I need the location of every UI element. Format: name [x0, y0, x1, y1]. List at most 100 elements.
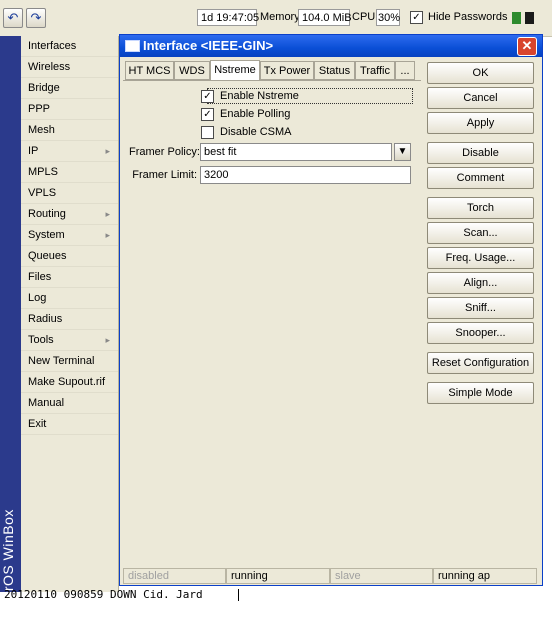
torch-button[interactable]: Torch	[427, 197, 534, 219]
status-running: running	[226, 568, 330, 584]
menu-item-system[interactable]: System ▸	[21, 225, 118, 246]
lock-indicator-icon	[525, 12, 534, 24]
menu-item-label: Manual	[28, 397, 65, 409]
menu-item-label: Make Supout.rif	[28, 376, 106, 388]
window-title: Interface <IEEE-GIN>	[143, 38, 274, 53]
close-icon[interactable]: ✕	[517, 37, 537, 56]
window-titlebar[interactable]: Interface <IEEE-GIN> ✕	[120, 35, 542, 57]
menu-item-label: Tools	[28, 334, 54, 346]
menu-item-label: Bridge	[28, 82, 60, 94]
tab-more[interactable]: ...	[395, 61, 415, 80]
tab-tx-power[interactable]: Tx Power	[260, 61, 314, 80]
freq-usage-button[interactable]: Freq. Usage...	[427, 247, 534, 269]
memory-value: 104.0 MiB	[298, 9, 352, 26]
hide-passwords-label: Hide Passwords	[428, 11, 508, 23]
cancel-button[interactable]: Cancel	[427, 87, 534, 109]
menu-item-label: New Terminal	[28, 355, 95, 367]
window-icon	[125, 40, 140, 52]
disable-button[interactable]: Disable	[427, 142, 534, 164]
text-caret	[238, 589, 239, 601]
apply-button[interactable]: Apply	[427, 112, 534, 134]
scan-button[interactable]: Scan...	[427, 222, 534, 244]
checkbox-check-icon: ✓	[201, 89, 214, 103]
menu-item-label: Log	[28, 292, 47, 304]
menu-item-bridge[interactable]: Bridge	[21, 78, 118, 99]
menu-item-make-supout[interactable]: Make Supout.rif	[21, 372, 118, 393]
enable-nstreme-checkbox[interactable]: ✓ Enable Nstreme	[201, 88, 299, 104]
checkbox-label: Enable Polling	[220, 108, 291, 120]
enable-polling-checkbox[interactable]: ✓ Enable Polling	[201, 106, 290, 122]
uptime-display: 1d 19:47:05	[197, 9, 259, 26]
status-disabled: disabled	[123, 568, 226, 584]
tab-ht-mcs[interactable]: HT MCS	[125, 61, 174, 80]
menu-item-label: Interfaces	[28, 40, 77, 52]
menu-item-label: IP	[28, 145, 39, 157]
sniff-button[interactable]: Sniff...	[427, 297, 534, 319]
tab-bar: HT MCS WDS Nstreme Tx Power Status Traff…	[125, 60, 415, 81]
tab-wds[interactable]: WDS	[174, 61, 210, 80]
reset-configuration-button[interactable]: Reset Configuration	[427, 352, 534, 374]
tab-status[interactable]: Status	[314, 61, 355, 80]
memory-label: Memory:	[260, 11, 303, 23]
terminal-log-line: 20120110 090859 DOWN Cid. Jard	[4, 588, 203, 601]
checkbox-check-icon: ✓	[201, 107, 214, 121]
menu-item-label: Wireless	[28, 61, 71, 73]
checkbox-check-icon: ✓	[410, 11, 423, 24]
menu-item-label: MPLS	[28, 166, 58, 178]
framer-policy-label: Framer Policy:	[129, 146, 200, 158]
menu-item-exit[interactable]: Exit	[21, 414, 118, 435]
menu-item-label: Radius	[28, 313, 63, 325]
redo-icon[interactable]: ↷	[26, 8, 46, 28]
framer-limit-input[interactable]: 3200	[200, 166, 411, 184]
framer-limit-label: Framer Limit:	[132, 169, 197, 181]
submenu-arrow-icon: ▸	[105, 335, 110, 345]
hide-passwords-checkbox[interactable]: ✓	[410, 11, 423, 24]
menu-item-log[interactable]: Log	[21, 288, 118, 309]
menu-item-label: PPP	[28, 103, 51, 115]
main-menu: Interfaces Wireless Bridge PPP Mesh IP ▸ …	[21, 36, 119, 592]
menu-item-queues[interactable]: Queues	[21, 246, 118, 267]
menu-item-ip[interactable]: IP ▸	[21, 141, 118, 162]
checkbox-empty-icon	[201, 125, 214, 139]
status-slave: slave	[330, 568, 433, 584]
cpu-value: 30%	[376, 9, 400, 26]
menu-item-vpls[interactable]: VPLS	[21, 183, 118, 204]
menu-item-routing[interactable]: Routing ▸	[21, 204, 118, 225]
simple-mode-button[interactable]: Simple Mode	[427, 382, 534, 404]
menu-item-ppp[interactable]: PPP	[21, 99, 118, 120]
tab-traffic[interactable]: Traffic	[355, 61, 395, 80]
snooper-button[interactable]: Snooper...	[427, 322, 534, 344]
menu-item-wireless[interactable]: Wireless	[21, 57, 118, 78]
interface-window: Interface <IEEE-GIN> ✕ HT MCS WDS Nstrem…	[119, 34, 543, 586]
submenu-arrow-icon: ▸	[105, 209, 110, 219]
menu-item-label: Mesh	[28, 124, 55, 136]
toolbar: ↶ ↷ 1d 19:47:05 Memory: 104.0 MiB CPU: 3…	[0, 0, 552, 37]
status-running-ap: running ap	[433, 568, 537, 584]
undo-icon[interactable]: ↶	[3, 8, 23, 28]
framer-policy-select[interactable]: best fit	[200, 143, 392, 161]
menu-item-interfaces[interactable]: Interfaces	[21, 36, 118, 57]
menu-item-label: Files	[28, 271, 52, 283]
menu-item-label: Queues	[28, 250, 67, 262]
menu-item-manual[interactable]: Manual	[21, 393, 118, 414]
menu-item-mpls[interactable]: MPLS	[21, 162, 118, 183]
menu-item-label: Routing	[28, 208, 66, 220]
menu-item-label: Exit	[28, 418, 47, 430]
submenu-arrow-icon: ▸	[105, 146, 110, 156]
comment-button[interactable]: Comment	[427, 167, 534, 189]
menu-item-tools[interactable]: Tools ▸	[21, 330, 118, 351]
nstreme-panel: ✓ Enable Nstreme ✓ Enable Polling Disable …	[123, 80, 421, 566]
dropdown-arrow-icon[interactable]: ▼	[394, 143, 411, 161]
align-button[interactable]: Align...	[427, 272, 534, 294]
menu-item-new-terminal[interactable]: New Terminal	[21, 351, 118, 372]
menu-item-files[interactable]: Files	[21, 267, 118, 288]
tab-nstreme[interactable]: Nstreme	[210, 60, 260, 81]
submenu-arrow-icon: ▸	[105, 230, 110, 240]
menu-item-label: VPLS	[28, 187, 57, 199]
ok-button[interactable]: OK	[427, 62, 534, 84]
window-statusbar: disabled running slave running ap	[123, 568, 537, 584]
menu-item-label: System	[28, 229, 65, 241]
menu-item-radius[interactable]: Radius	[21, 309, 118, 330]
menu-item-mesh[interactable]: Mesh	[21, 120, 118, 141]
disable-csma-checkbox[interactable]: Disable CSMA	[201, 124, 292, 140]
